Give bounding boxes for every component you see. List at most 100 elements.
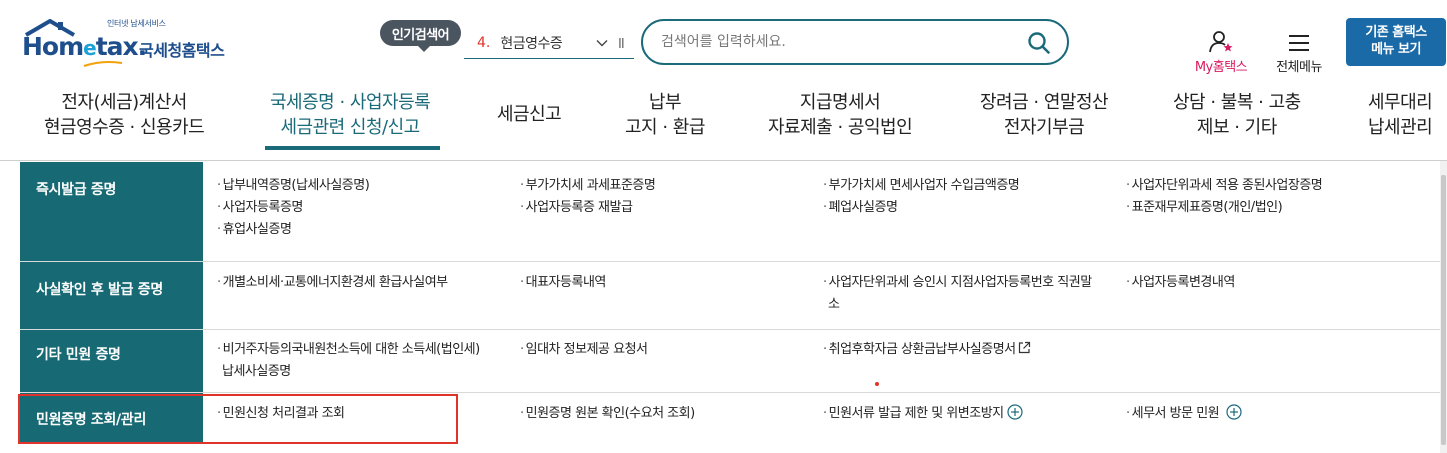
search-box (641, 19, 1069, 65)
active-nav-underline (265, 146, 440, 150)
nav-line: 전자기부금 (1003, 117, 1085, 138)
popular-keyword-ticker[interactable]: 4. 현금영수증 II (464, 28, 634, 59)
menu-link[interactable]: · 폐업사실증명 (823, 197, 1019, 219)
nav-line: 납부 (648, 92, 682, 113)
menu-link-text: 사업자등록변경내역 (1131, 275, 1236, 290)
bullet: · (823, 178, 827, 193)
nav-item-e-invoice[interactable]: 전자(세금)계산서 현금영수증 · 신용카드 (44, 90, 205, 140)
nav-line: 세금관련 신청/신고 (280, 117, 420, 138)
myhometax-button[interactable]: My홈택스 (1188, 30, 1254, 75)
hometax-logo[interactable]: 인터넷 납세서비스 Hometax. 국세청홈택스 (22, 18, 237, 70)
nav-item-payment[interactable]: 납부 고지 · 환급 (625, 90, 705, 140)
menu-link[interactable]: · 대표자등록내역 (520, 272, 606, 294)
nav-line: 상담 · 불복 · 고충 (1173, 92, 1301, 113)
menu-link-wrap[interactable]: 납세사실증명 (217, 361, 480, 383)
menu-link[interactable]: · 비거주자등의국내원천소득에 대한 소득세(법인세) (217, 339, 480, 361)
logo-wordmark-e: e (83, 36, 97, 60)
nav-item-payment-statement[interactable]: 지급명세서 자료제출 · 공익법인 (768, 90, 913, 140)
search-input[interactable] (661, 32, 1021, 52)
old-btn-line2: 메뉴 보기 (1371, 42, 1421, 57)
nav-item-consult[interactable]: 상담 · 불복 · 고충 제보 · 기타 (1173, 90, 1301, 140)
nav-item-tax-return[interactable]: 세금신고 (497, 102, 562, 127)
row-heading-text: 사실확인 후 발급 증명 (36, 282, 163, 298)
menu-link[interactable]: · 휴업사실증명 (217, 219, 369, 241)
table-cell: · 민원서류 발급 제한 및 위변조방지 (823, 403, 1023, 425)
bullet: · (217, 222, 221, 237)
nav-item-tax-agent[interactable]: 세무대리 납세관리 (1368, 90, 1433, 140)
row-heading: 사실확인 후 발급 증명 (20, 262, 203, 329)
table-row: 사실확인 후 발급 증명 · 개별소비세·교통에너지환경세 환급사실여부 · 대표자… (20, 262, 1440, 330)
menu-link[interactable]: · 개별소비세·교통에너지환경세 환급사실여부 (217, 272, 448, 294)
nav-item-incentive[interactable]: 장려금 · 연말정산 전자기부금 (980, 90, 1109, 140)
bullet: · (217, 275, 221, 290)
nav-line: 납세관리 (1368, 117, 1433, 138)
scrollbar-thumb[interactable] (1441, 175, 1446, 445)
nav-line: 지급명세서 (799, 92, 881, 113)
nav-line: 제보 · 기타 (1196, 117, 1277, 138)
table-row: 기타 민원 증명 · 비거주자등의국내원천소득에 대한 소득세(법인세) 납세사실… (20, 330, 1440, 393)
menu-link-text: 납세사실증명 (222, 364, 291, 379)
logo-wordmark: Hometax. (22, 32, 147, 61)
bullet: · (217, 200, 221, 215)
search-icon[interactable] (1027, 31, 1051, 55)
menu-link-text: 부가가치세 면세사업자 수입금액증명 (828, 178, 1020, 193)
menu-link[interactable]: · 사업자단위과세 적용 종된사업장증명 (1126, 175, 1323, 197)
nav-line: 세무대리 (1368, 92, 1433, 113)
popular-keyword[interactable]: 현금영수증 (500, 33, 562, 53)
bullet: · (823, 406, 827, 421)
menu-link-text: 사업자등록증명 (222, 200, 304, 215)
table-row: 즉시발급 증명 · 납부내역증명(납세사실증명) · 사업자등록증명 · 휴업사실증명… (20, 162, 1440, 262)
menu-link[interactable]: · 납부내역증명(납세사실증명) (217, 175, 370, 197)
menu-link[interactable]: · 취업후학자금 상환금납부사실증명서 (823, 339, 1031, 361)
menu-link-text: 폐업사실증명 (828, 200, 898, 215)
table-cell: · 임대차 정보제공 요청서 (520, 339, 648, 361)
row-heading-text: 즉시발급 증명 (36, 182, 117, 198)
bullet: · (520, 178, 524, 193)
cursor-marker (875, 382, 879, 386)
table-cell: · 비거주자등의국내원천소득에 대한 소득세(법인세) 납세사실증명 (217, 339, 480, 383)
menu-link-text: 임대차 정보제공 요청서 (525, 342, 648, 357)
menu-link-text: 부가가치세 과세표준증명 (525, 178, 656, 193)
nav-line: 고지 · 환급 (625, 117, 705, 138)
menu-link[interactable]: · 부가가치세 면세사업자 수입금액증명 (823, 175, 1020, 197)
menu-link[interactable]: · 사업자등록변경내역 (1126, 272, 1235, 294)
menu-link[interactable]: · 사업자등록증 재발급 (520, 197, 655, 219)
all-menu-button[interactable]: 전체메뉴 (1268, 30, 1330, 75)
old-btn-line1: 기존 홈택스 (1365, 25, 1427, 40)
row-heading: 즉시발급 증명 (20, 162, 203, 261)
bullet: · (217, 178, 221, 193)
nav-line: 국세증명 · 사업자등록 (270, 92, 431, 113)
menu-link-wrap[interactable]: 소 (823, 294, 1092, 316)
bullet: · (1126, 200, 1130, 215)
table-cell: · 부가가치세 면세사업자 수입금액증명 · 폐업사실증명 (823, 175, 1020, 219)
menu-link-text: 납부내역증명(납세사실증명) (222, 178, 370, 193)
menu-link-text: 사업자단위과세 적용 종된사업장증명 (1131, 178, 1323, 193)
menu-link[interactable]: · 사업자단위과세 승인시 지점사업자등록번호 직권말 (823, 272, 1092, 294)
nav-item-certificates[interactable]: 국세증명 · 사업자등록 세금관련 신청/신고 (270, 90, 431, 140)
table-cell: · 개별소비세·교통에너지환경세 환급사실여부 (217, 272, 448, 294)
menu-link[interactable]: · 민원서류 발급 제한 및 위변조방지 (823, 403, 1023, 425)
table-cell: · 세무서 방문 민원 (1126, 403, 1242, 425)
menu-link[interactable]: · 사업자등록증명 (217, 197, 369, 219)
menu-link[interactable]: · 임대차 정보제공 요청서 (520, 339, 648, 361)
logo-swoosh-icon (83, 61, 123, 67)
user-icon (1209, 31, 1233, 53)
chevron-down-icon[interactable] (596, 37, 608, 49)
menu-link[interactable]: · 세무서 방문 민원 (1126, 403, 1242, 425)
plus-circle-icon[interactable] (1007, 404, 1023, 420)
nav-line: 세금신고 (497, 104, 562, 125)
pause-icon[interactable]: II (618, 37, 625, 52)
bullet: · (823, 200, 827, 215)
menu-link-text: 민원서류 발급 제한 및 위변조방지 (828, 406, 1004, 421)
menu-link-text: 대표자등록내역 (525, 275, 607, 290)
menu-link-text: 민원증명 원본 확인(수요처 조회) (525, 406, 696, 421)
bullet: · (520, 275, 524, 290)
old-hometax-menu-button[interactable]: 기존 홈택스 메뉴 보기 (1346, 18, 1446, 66)
menu-link[interactable]: · 부가가치세 과세표준증명 (520, 175, 656, 197)
table-cell: · 납부내역증명(납세사실증명) · 사업자등록증명 · 휴업사실증명 (217, 175, 370, 241)
menu-link[interactable]: · 민원증명 원본 확인(수요처 조회) (520, 403, 695, 425)
menu-link[interactable]: · 표준재무제표증명(개인/법인) (1126, 197, 1322, 219)
menu-link-text: 표준재무제표증명(개인/법인) (1131, 200, 1283, 215)
header-divider (0, 160, 1447, 161)
plus-circle-icon[interactable] (1226, 404, 1242, 420)
